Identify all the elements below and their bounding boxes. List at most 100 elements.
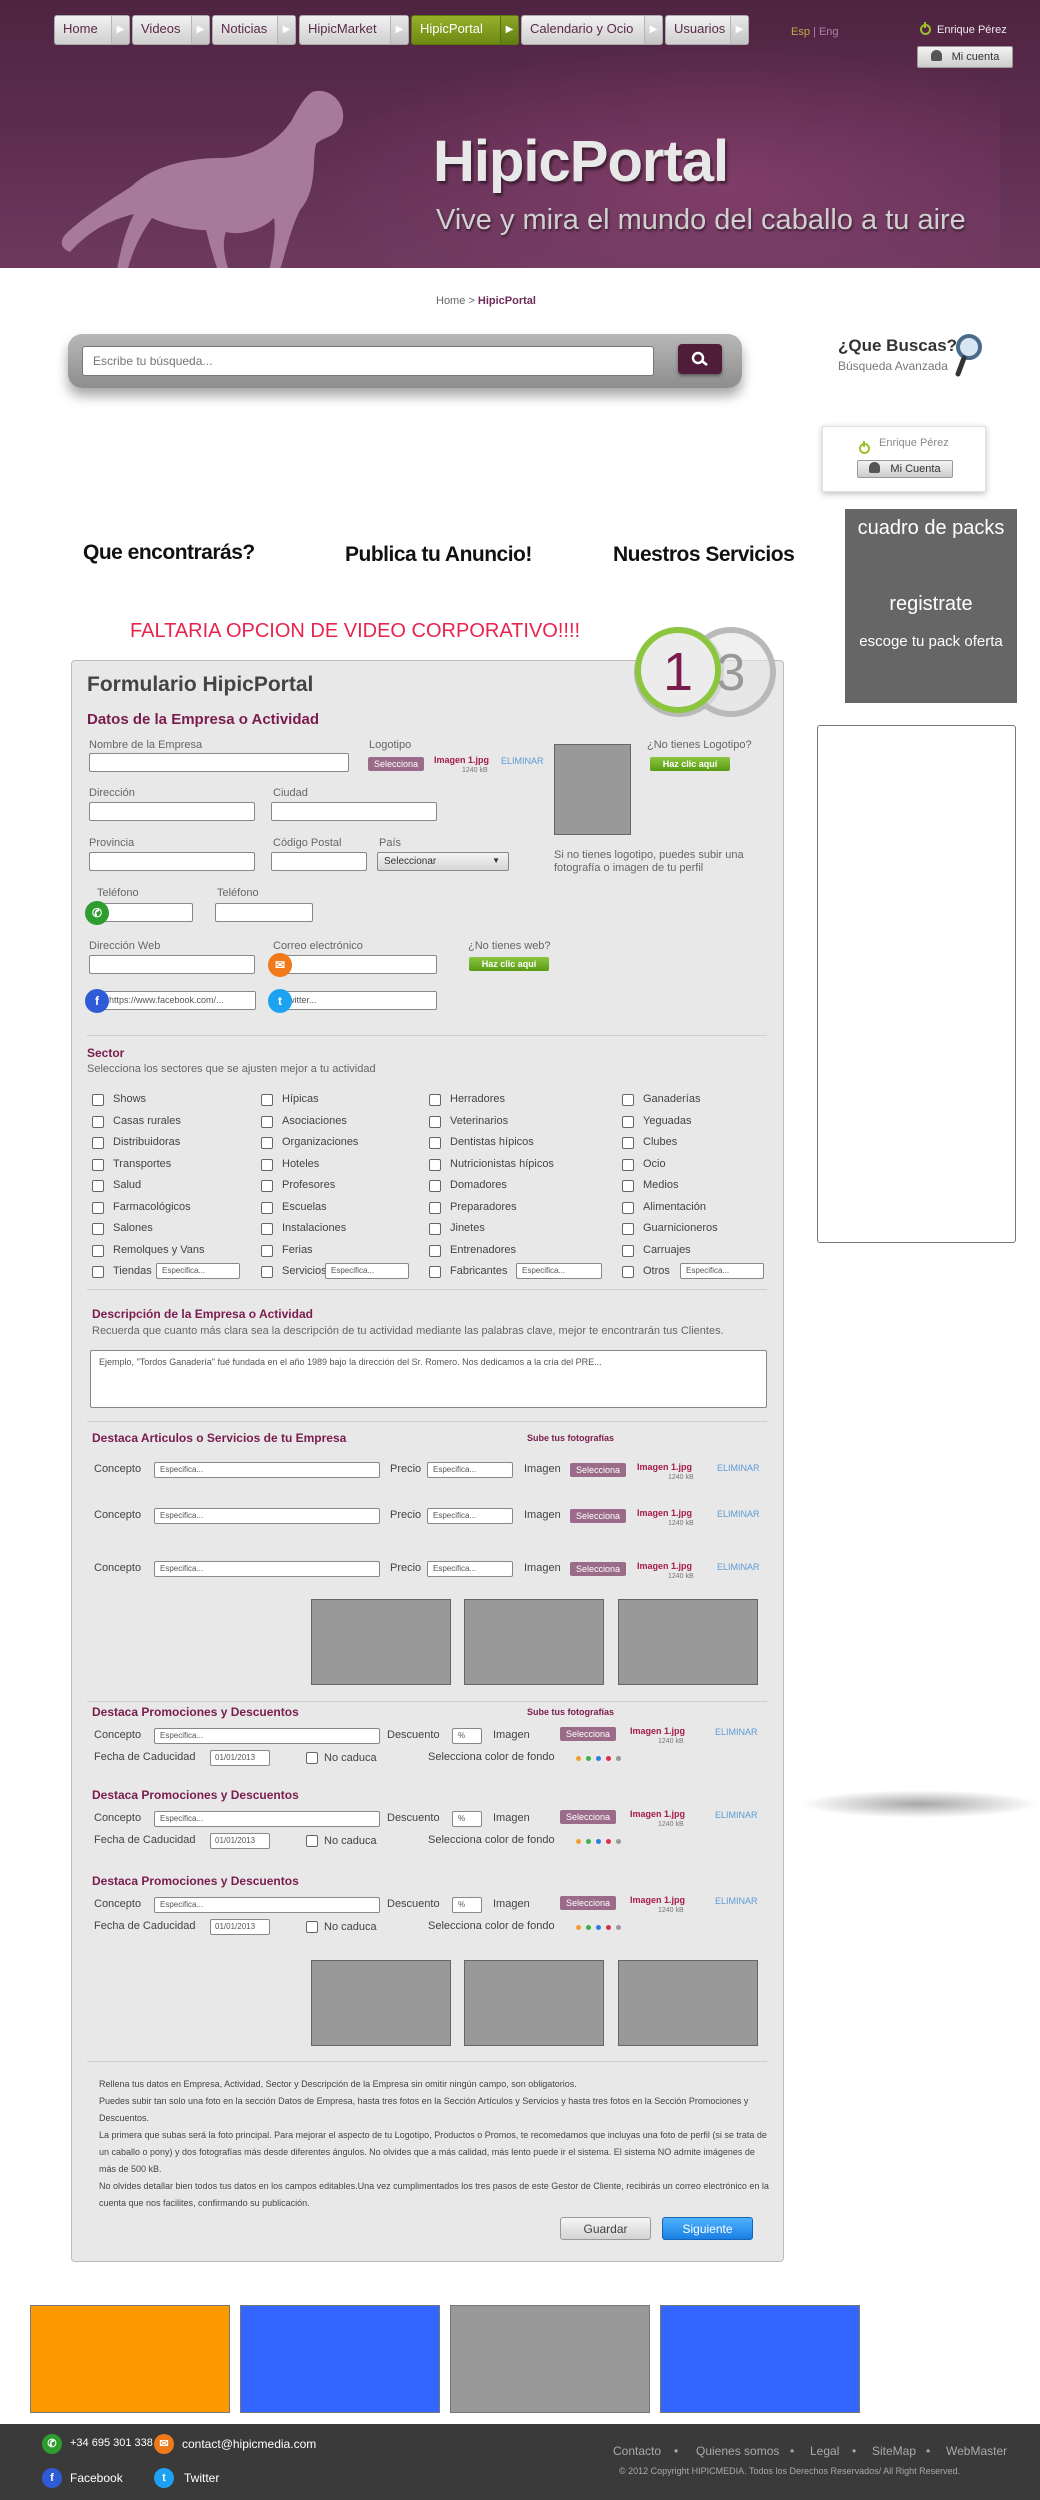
footer-twitter[interactable]: Twitter [184, 2471, 219, 2485]
sector-checkbox[interactable] [429, 1223, 441, 1235]
sector-checkbox[interactable] [261, 1158, 273, 1171]
next-button[interactable]: Siguiente [662, 2217, 753, 2240]
promo-select-button[interactable]: Selecciona [560, 1896, 616, 1910]
color-swatch[interactable] [586, 1839, 591, 1844]
color-swatch[interactable] [606, 1925, 611, 1930]
search-button[interactable] [678, 344, 722, 374]
cp-input[interactable] [271, 852, 367, 871]
sector-checkbox[interactable] [92, 1094, 104, 1106]
promo-tile-2[interactable] [240, 2305, 440, 2413]
articulo-delete-link[interactable]: ELIMINAR [717, 1509, 760, 1519]
sector-checkbox[interactable] [92, 1244, 104, 1257]
sector-checkbox[interactable] [261, 1244, 273, 1257]
promo-descuento-input[interactable]: % [452, 1897, 482, 1913]
sector-checkbox[interactable] [622, 1180, 634, 1192]
sector-checkbox[interactable] [92, 1115, 104, 1128]
logo-select-button[interactable]: Selecciona [368, 757, 424, 771]
nav-tab-home[interactable]: Home ▶ [54, 15, 130, 45]
advanced-search-link[interactable]: Búsqueda Avanzada [838, 359, 948, 373]
nav-tab-hipicportal[interactable]: HipicPortal ▶ [411, 15, 519, 45]
no-logo-button[interactable]: Haz clic aquí [650, 757, 730, 771]
sector-checkbox[interactable] [92, 1223, 104, 1235]
footer-link-contacto[interactable]: Contacto [613, 2444, 661, 2458]
color-swatch[interactable] [586, 1756, 591, 1761]
promo-descuento-input[interactable]: % [452, 1811, 482, 1827]
sector-checkbox[interactable] [261, 1094, 273, 1106]
promo-fecha-input[interactable]: 01/01/2013 [210, 1919, 270, 1935]
breadcrumb-home[interactable]: Home [436, 295, 465, 307]
promo-fecha-input[interactable]: 01/01/2013 [210, 1750, 270, 1766]
email-input[interactable] [279, 955, 437, 974]
nombre-input[interactable] [89, 753, 349, 772]
sector-checkbox[interactable] [622, 1266, 634, 1278]
color-swatch[interactable] [596, 1756, 601, 1761]
sector-checkbox[interactable] [92, 1201, 104, 1214]
sector-checkbox[interactable] [261, 1115, 273, 1128]
sector-checkbox[interactable] [429, 1115, 441, 1128]
promo-concepto-input[interactable]: Especifica... [154, 1897, 380, 1913]
footer-link-sitemap[interactable]: SiteMap [872, 2444, 916, 2458]
sector-checkbox[interactable] [622, 1201, 634, 1214]
sector-checkbox[interactable] [261, 1137, 273, 1149]
sector-checkbox[interactable] [261, 1266, 273, 1278]
ciudad-input[interactable] [271, 802, 437, 821]
color-swatch[interactable] [576, 1925, 581, 1930]
section-publica-anuncio[interactable]: Publica tu Anuncio! [345, 543, 532, 567]
packs-box[interactable]: cuadro de packs registrate escoge tu pac… [845, 509, 1017, 703]
pais-select[interactable]: Seleccionar ▼ [377, 852, 509, 871]
promo-tile-4[interactable] [660, 2305, 860, 2413]
promo-tile-3[interactable] [450, 2305, 650, 2413]
promo-delete-link[interactable]: ELIMINAR [715, 1810, 758, 1820]
promo-no-caduca-checkbox[interactable] [306, 1835, 318, 1847]
sector-checkbox[interactable] [622, 1094, 634, 1106]
articulo-precio-input[interactable]: Especifica... [427, 1561, 513, 1577]
articulo-delete-link[interactable]: ELIMINAR [717, 1562, 760, 1572]
sector-other-input[interactable]: Especifica... [156, 1263, 240, 1279]
footer-link-webmaster[interactable]: WebMaster [946, 2444, 1007, 2458]
articulo-delete-link[interactable]: ELIMINAR [717, 1463, 760, 1473]
lang-en-link[interactable]: Eng [819, 26, 839, 38]
nav-tab-noticias[interactable]: Noticias ▶ [212, 15, 296, 45]
sector-checkbox[interactable] [622, 1115, 634, 1128]
power-icon[interactable] [920, 22, 931, 35]
footer-email[interactable]: contact@hipicmedia.com [182, 2437, 316, 2451]
side-my-account-button[interactable]: Mi Cuenta [857, 460, 953, 478]
articulo-select-button[interactable]: Selecciona [570, 1562, 626, 1576]
nav-tab-videos[interactable]: Videos ▶ [132, 15, 210, 45]
promo-tile-1[interactable] [30, 2305, 230, 2413]
sector-checkbox[interactable] [92, 1137, 104, 1149]
color-swatch[interactable] [606, 1839, 611, 1844]
promo-no-caduca-checkbox[interactable] [306, 1921, 318, 1933]
color-swatch[interactable] [576, 1839, 581, 1844]
lang-es-link[interactable]: Esp [791, 26, 810, 38]
sector-other-input[interactable]: Especifica... [680, 1263, 764, 1279]
sector-checkbox[interactable] [429, 1266, 441, 1278]
color-swatch[interactable] [576, 1756, 581, 1761]
color-swatch[interactable] [606, 1756, 611, 1761]
sector-other-input[interactable]: Especifica... [325, 1263, 409, 1279]
articulo-precio-input[interactable]: Especifica... [427, 1462, 513, 1478]
section-nuestros-servicios[interactable]: Nuestros Servicios [613, 543, 795, 567]
sector-checkbox[interactable] [92, 1180, 104, 1192]
sector-other-input[interactable]: Especifica... [516, 1263, 602, 1279]
my-account-button[interactable]: Mi cuenta [917, 46, 1013, 68]
search-input[interactable] [82, 346, 654, 376]
step-1-indicator[interactable]: 1 [635, 627, 721, 713]
sector-checkbox[interactable] [429, 1180, 441, 1192]
promo-fecha-input[interactable]: 01/01/2013 [210, 1833, 270, 1849]
promo-delete-link[interactable]: ELIMINAR [715, 1896, 758, 1906]
facebook-input[interactable]: https://www.facebook.com/... [102, 991, 256, 1010]
articulo-select-button[interactable]: Selecciona [570, 1509, 626, 1523]
promo-select-button[interactable]: Selecciona [560, 1810, 616, 1824]
color-swatch[interactable] [616, 1925, 621, 1930]
color-swatch[interactable] [616, 1839, 621, 1844]
sector-checkbox[interactable] [92, 1158, 104, 1171]
footer-facebook[interactable]: Facebook [70, 2471, 123, 2485]
promo-concepto-input[interactable]: Especifica... [154, 1728, 380, 1744]
footer-link-legal[interactable]: Legal [810, 2444, 839, 2458]
color-swatch[interactable] [596, 1839, 601, 1844]
provincia-input[interactable] [89, 852, 255, 871]
promo-descuento-input[interactable]: % [452, 1728, 482, 1744]
telefono2-input[interactable] [215, 903, 313, 922]
nav-tab-hipicmarket[interactable]: HipicMarket ▶ [299, 15, 409, 45]
